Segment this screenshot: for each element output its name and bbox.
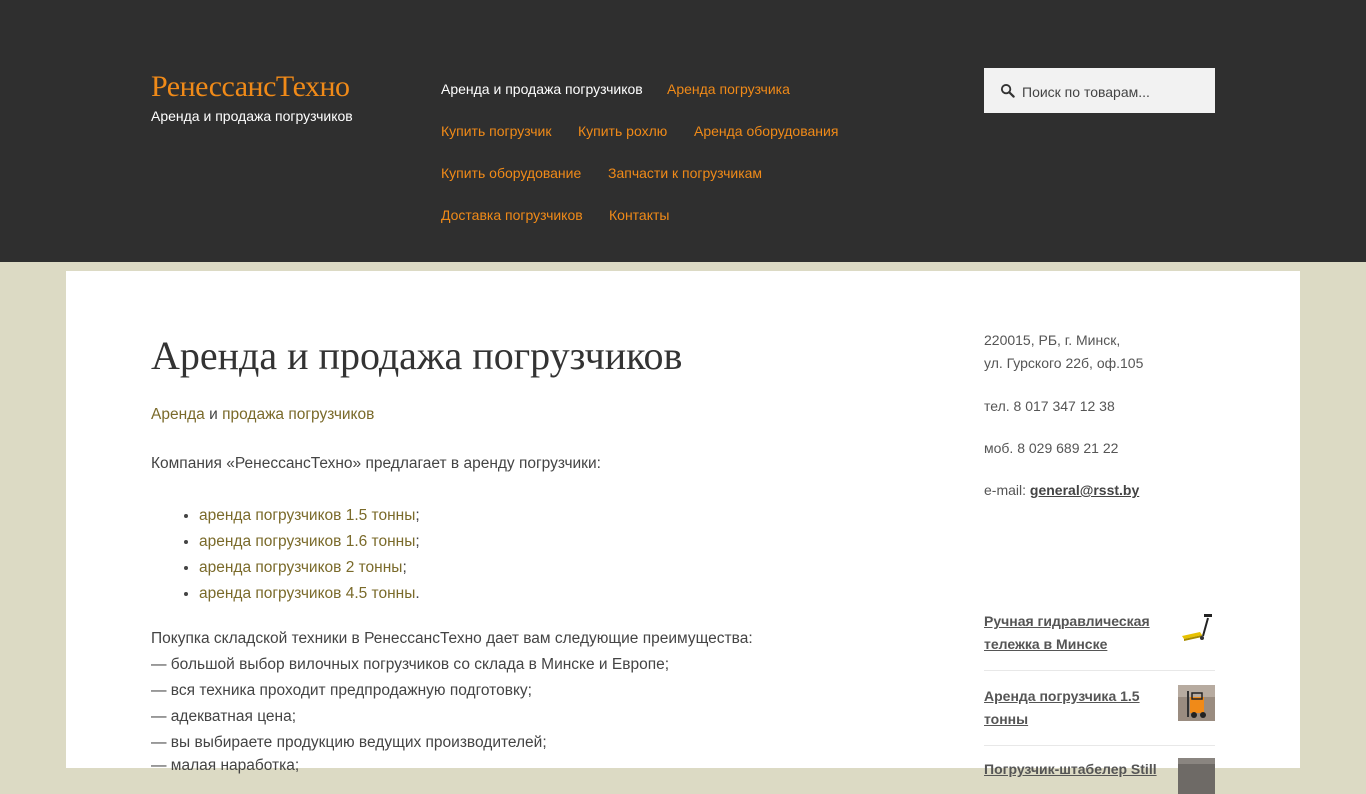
site-title[interactable]: РенессансТехно — [151, 70, 350, 104]
search-input[interactable] — [1020, 80, 1209, 104]
divider — [984, 670, 1215, 671]
company-text: Компания «РенессансТехно» предлагает в а… — [151, 455, 601, 472]
divider — [984, 745, 1215, 746]
list-item: аренда погрузчиков 1.6 тонны; — [199, 529, 420, 555]
search-icon — [1000, 83, 1015, 98]
nav-item-buy-forklift[interactable]: Купить погрузчик — [441, 123, 551, 139]
product-link[interactable]: Погрузчик-штабелер Still — [984, 758, 1164, 781]
sale-link[interactable]: продажа погрузчиков — [222, 406, 374, 423]
email-line: e-mail: general@rsst.by — [984, 482, 1139, 498]
address-line-2: ул. Гурского 22б, оф.105 — [984, 355, 1144, 371]
nav-item-buy-pallet-jack[interactable]: Купить рохлю — [578, 123, 667, 139]
list-punct: . — [415, 585, 420, 602]
nav-item-forklift-rent[interactable]: Аренда погрузчика — [667, 81, 790, 97]
advantage-item: — вся техника проходит предпродажную под… — [151, 682, 532, 699]
list-punct: ; — [402, 559, 407, 576]
nav-item-equipment-rent[interactable]: Аренда оборудования — [694, 123, 838, 139]
list-item: аренда погрузчиков 4.5 тонны. — [199, 581, 420, 607]
rent-options-list: аренда погрузчиков 1.5 тонны; аренда пог… — [151, 503, 420, 607]
address-line-1: 220015, РБ, г. Минск, — [984, 332, 1121, 348]
advantages-title: Покупка складской техники в РенессансТех… — [151, 630, 753, 647]
rent-2-ton-link[interactable]: аренда погрузчиков 2 тонны — [199, 559, 402, 576]
email-link[interactable]: general@rsst.by — [1030, 482, 1139, 498]
page-title: Аренда и продажа погрузчиков — [151, 333, 683, 378]
site-header: РенессансТехно Аренда и продажа погрузчи… — [0, 0, 1366, 262]
rent-1-6-ton-link[interactable]: аренда погрузчиков 1.6 тонны — [199, 533, 415, 550]
nav-item-rent-and-sale[interactable]: Аренда и продажа погрузчиков — [441, 81, 643, 97]
phone-text: тел. 8 017 347 12 38 — [984, 398, 1115, 414]
nav-item-spare-parts[interactable]: Запчасти к погрузчикам — [608, 165, 762, 181]
rent-4-5-ton-link[interactable]: аренда погрузчиков 4.5 тонны — [199, 585, 415, 602]
list-item: аренда погрузчиков 1.5 тонны; — [199, 503, 420, 529]
rent-1-5-ton-link[interactable]: аренда погрузчиков 1.5 тонны — [199, 507, 415, 524]
pallet-jack-thumbnail[interactable] — [1178, 610, 1215, 646]
product-link[interactable]: Аренда погрузчика 1.5 тонны — [984, 685, 1164, 731]
rent-link[interactable]: Аренда — [151, 406, 205, 423]
list-item: аренда погрузчиков 2 тонны; — [199, 555, 420, 581]
nav-item-delivery[interactable]: Доставка погрузчиков — [441, 207, 583, 223]
intro-and-text: и — [209, 406, 218, 423]
advantage-item: — большой выбор вилочных погрузчиков со … — [151, 656, 670, 673]
forklift-thumbnail[interactable] — [1178, 685, 1215, 721]
list-punct: ; — [415, 507, 420, 524]
advantage-item: — адекватная цена; — [151, 708, 297, 725]
stacker-thumbnail[interactable] — [1178, 758, 1215, 794]
product-search — [984, 68, 1215, 113]
nav-item-buy-equipment[interactable]: Купить оборудование — [441, 165, 581, 181]
intro-line: Аренда и продажа погрузчиков — [151, 406, 374, 424]
advantage-item: — вы выбираете продукцию ведущих произво… — [151, 734, 547, 751]
site-tagline: Аренда и продажа погрузчиков — [151, 108, 353, 124]
product-link[interactable]: Ручная гидравлическая тележка в Минске — [984, 610, 1164, 656]
list-punct: ; — [415, 533, 420, 550]
advantage-item: — малая наработка; — [151, 757, 300, 774]
mobile-text: моб. 8 029 689 21 22 — [984, 440, 1119, 456]
nav-item-contacts[interactable]: Контакты — [609, 207, 669, 223]
email-label: e-mail: — [984, 482, 1027, 498]
